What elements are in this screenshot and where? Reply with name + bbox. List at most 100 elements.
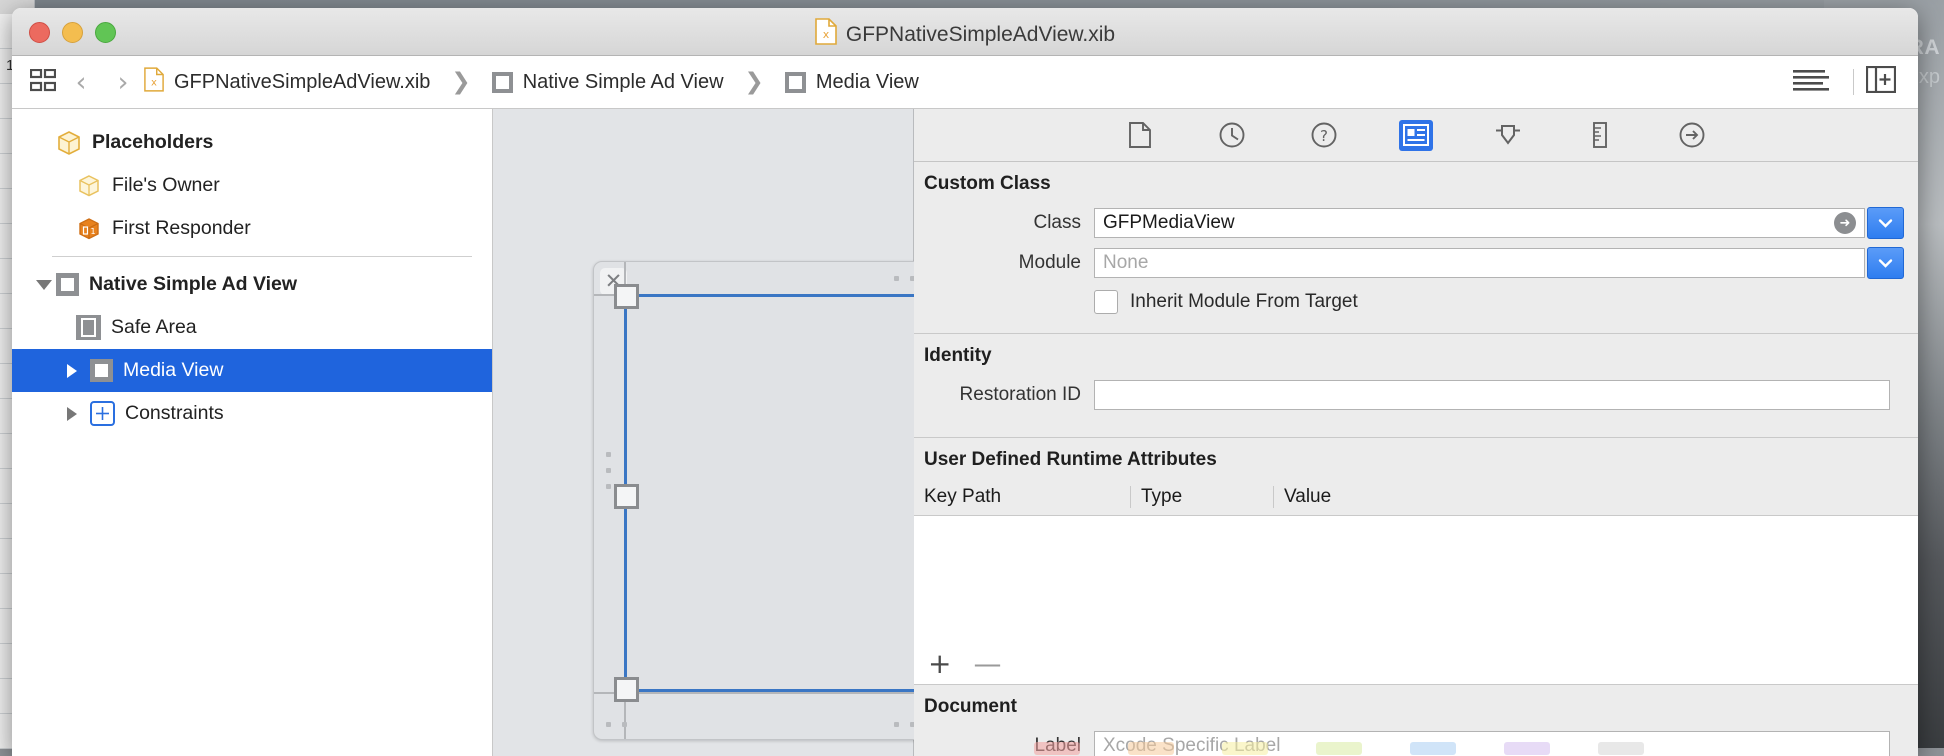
- remove-attribute-button[interactable]: —: [973, 650, 1001, 678]
- interface-builder-canvas[interactable]: ✕: [493, 109, 1293, 756]
- disclosure-triangle-expanded[interactable]: [32, 279, 56, 290]
- attributes-inspector-tab[interactable]: [1491, 120, 1525, 151]
- module-field-row: Module None: [914, 243, 1918, 283]
- document-color-swatches: [914, 742, 1918, 756]
- resize-handle-middle-left[interactable]: [614, 484, 639, 509]
- breadcrumb-separator: ❯: [451, 69, 471, 95]
- xib-document-icon: x: [815, 18, 837, 51]
- outline-label: First Responder: [112, 217, 251, 239]
- runtime-attributes-table-footer: + —: [914, 644, 1918, 684]
- swatch-gray[interactable]: [1598, 742, 1644, 755]
- outline-label: Safe Area: [111, 316, 197, 338]
- add-attribute-button[interactable]: +: [928, 650, 951, 678]
- add-editor-icon[interactable]: [1865, 65, 1918, 98]
- view-square-icon: [491, 71, 513, 93]
- disclosure-triangle-collapsed[interactable]: [60, 406, 84, 421]
- breadcrumb-label-media: Media View: [815, 70, 919, 93]
- cube-icon: [56, 130, 82, 156]
- outline-row-safe-area[interactable]: Safe Area: [12, 306, 492, 349]
- outline-label: File's Owner: [112, 174, 220, 196]
- toolbar-divider: [1853, 69, 1854, 95]
- breadcrumb-label-file: GFPNativeSimpleAdView.xib: [174, 70, 431, 93]
- breadcrumb-item-file[interactable]: x GFPNativeSimpleAdView.xib: [144, 66, 431, 98]
- window-title-bar-content: x GFPNativeSimpleAdView.xib: [12, 18, 1918, 51]
- swatch-blue[interactable]: [1410, 742, 1456, 755]
- background-text-2: xp: [1918, 66, 1940, 88]
- module-placeholder: None: [1103, 252, 1149, 273]
- resize-handle-bottom-left[interactable]: [614, 677, 639, 702]
- document-heading: Document: [924, 696, 1017, 717]
- outline-row-constraints[interactable]: Constraints: [12, 392, 492, 435]
- history-inspector-tab[interactable]: [1215, 120, 1249, 151]
- outline-row-media-view[interactable]: Media View: [12, 349, 492, 392]
- identity-inspector-tab[interactable]: [1399, 119, 1433, 151]
- window-title: GFPNativeSimpleAdView.xib: [845, 23, 1116, 46]
- navigate-forward-button[interactable]: ›: [102, 69, 144, 96]
- utilities-inspector-panel: ? Custom Class Class GFPMediaView ➜ Modu…: [914, 109, 1918, 756]
- inherit-module-label: Inherit Module From Target: [1130, 291, 1358, 312]
- editor-body: Placeholders File's Owner 1 First Respon…: [12, 109, 1918, 756]
- jump-bar: ‹ › x GFPNativeSimpleAdView.xib ❯ Native…: [12, 56, 1918, 109]
- outline-row-files-owner[interactable]: File's Owner: [12, 164, 492, 207]
- module-label: Module: [1018, 252, 1081, 273]
- align-text-icon[interactable]: [1781, 67, 1841, 98]
- inherit-module-checkbox[interactable]: [1094, 290, 1118, 314]
- restoration-id-input[interactable]: [1094, 380, 1890, 410]
- connections-inspector-tab[interactable]: [1675, 120, 1709, 151]
- swatch-yellow[interactable]: [1222, 742, 1268, 755]
- navigate-back-button[interactable]: ‹: [60, 69, 102, 96]
- column-header-type: Type: [1131, 486, 1274, 508]
- breadcrumb: x GFPNativeSimpleAdView.xib ❯ Native Sim…: [144, 66, 919, 98]
- cube-icon: [76, 173, 102, 199]
- first-responder-icon: 1: [76, 216, 102, 242]
- breadcrumb-item-media[interactable]: Media View: [784, 70, 919, 94]
- breadcrumb-item-view[interactable]: Native Simple Ad View: [491, 71, 724, 94]
- window-titlebar: x GFPNativeSimpleAdView.xib: [12, 8, 1918, 56]
- class-dropdown-button[interactable]: [1867, 207, 1904, 239]
- inherit-module-row[interactable]: Inherit Module From Target: [914, 283, 1918, 321]
- svg-text:?: ?: [1320, 127, 1328, 145]
- class-field-row: Class GFPMediaView ➜: [914, 203, 1918, 243]
- size-inspector-tab[interactable]: [1583, 120, 1617, 151]
- outline-label: Constraints: [125, 402, 224, 424]
- jump-to-definition-icon[interactable]: ➜: [1834, 212, 1856, 234]
- outline-divider: [52, 256, 472, 257]
- restoration-id-row: Restoration ID: [914, 375, 1918, 415]
- swatch-red[interactable]: [1034, 742, 1080, 755]
- resize-grip-dots-left: [606, 452, 611, 489]
- jump-bar-right-controls: [1781, 56, 1918, 108]
- column-header-value: Value: [1284, 486, 1332, 507]
- resize-handle-top-left[interactable]: [614, 284, 639, 309]
- outline-label: Media View: [123, 359, 224, 381]
- outline-label: Native Simple Ad View: [89, 273, 298, 295]
- related-items-icon[interactable]: [26, 67, 60, 97]
- svg-text:1: 1: [90, 227, 95, 236]
- xcode-window: x GFPNativeSimpleAdView.xib ‹ › x GFPNat…: [12, 8, 1918, 756]
- file-inspector-tab[interactable]: [1123, 120, 1157, 151]
- swatch-green[interactable]: [1316, 742, 1362, 755]
- resize-grip-dots-corner: [606, 722, 627, 727]
- view-square-icon: [56, 273, 79, 296]
- runtime-attributes-table-body[interactable]: [914, 516, 1918, 644]
- custom-class-heading: Custom Class: [924, 173, 1051, 194]
- module-input[interactable]: None: [1094, 248, 1865, 278]
- class-label: Class: [1033, 212, 1081, 233]
- module-dropdown-button[interactable]: [1867, 247, 1904, 279]
- identity-heading: Identity: [924, 345, 992, 366]
- column-header-key-path: Key Path: [914, 486, 1131, 508]
- quick-help-inspector-tab[interactable]: ?: [1307, 120, 1341, 151]
- swatch-purple[interactable]: [1504, 742, 1550, 755]
- restoration-id-label: Restoration ID: [959, 384, 1081, 405]
- class-input[interactable]: GFPMediaView ➜: [1094, 208, 1865, 238]
- svg-text:x: x: [823, 28, 830, 41]
- inspector-tab-bar: ?: [914, 109, 1918, 162]
- swatch-orange[interactable]: [1128, 742, 1174, 755]
- outline-row-placeholders[interactable]: Placeholders: [12, 121, 492, 164]
- runtime-attributes-table-header: Key Path Type Value: [914, 479, 1918, 516]
- document-outline-navigator[interactable]: Placeholders File's Owner 1 First Respon…: [12, 109, 493, 756]
- outline-row-first-responder[interactable]: 1 First Responder: [12, 207, 492, 250]
- outline-row-native-simple-ad-view[interactable]: Native Simple Ad View: [12, 263, 492, 306]
- disclosure-triangle-collapsed[interactable]: [60, 363, 84, 378]
- class-value: GFPMediaView: [1103, 212, 1235, 233]
- runtime-attributes-heading: User Defined Runtime Attributes: [924, 449, 1217, 470]
